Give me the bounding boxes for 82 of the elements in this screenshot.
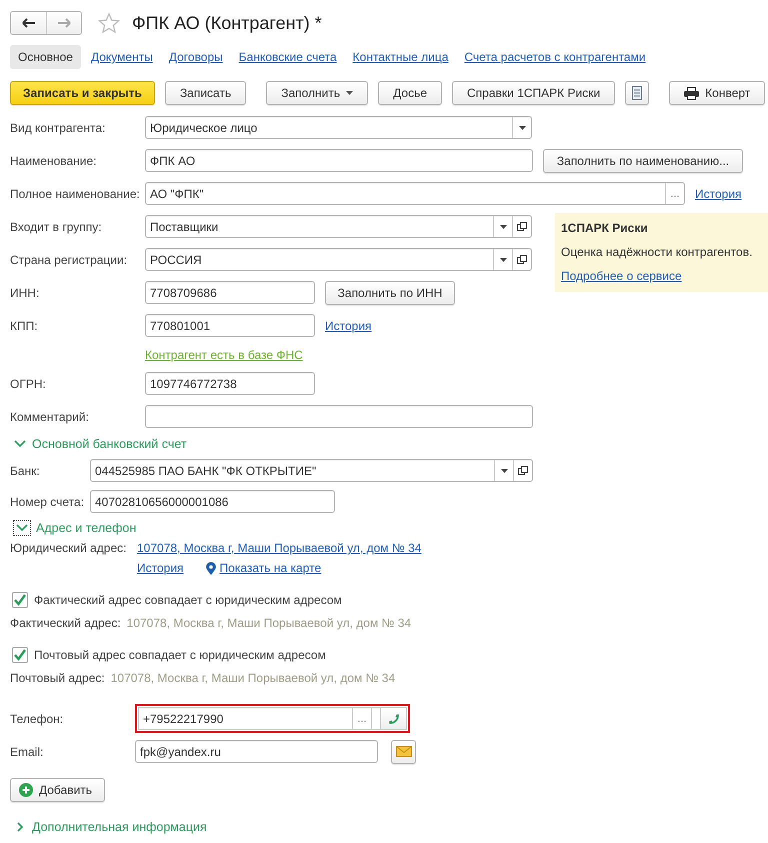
field-label: Телефон:: [10, 712, 64, 726]
star-icon[interactable]: [98, 12, 120, 34]
checkbox[interactable]: [12, 647, 28, 663]
toolbar-button[interactable]: Досье: [378, 81, 442, 105]
open-window-icon: [517, 222, 527, 232]
fill-menu-button[interactable]: Заполнить: [266, 81, 368, 105]
comment-field[interactable]: [145, 405, 533, 428]
back-arrow-icon: [22, 18, 36, 28]
envelope-icon: [396, 746, 412, 757]
service-link[interactable]: Подробнее о сервисе: [561, 269, 682, 283]
dropdown-field[interactable]: Юридическое лицо: [145, 116, 532, 139]
open-window-icon: [517, 254, 527, 264]
send-email-button[interactable]: [391, 740, 416, 764]
add-button[interactable]: Добавить: [10, 778, 106, 802]
caret-icon: [500, 468, 508, 472]
toolbar-button[interactable]: Справки 1СПАРК Риски: [452, 81, 616, 105]
panel-text: Оценка надёжности контрагентов.: [561, 245, 752, 259]
input-field[interactable]: 7708709686: [145, 281, 315, 304]
field-label: Страна регистрации:: [10, 252, 128, 266]
forward-arrow-icon: [57, 18, 71, 28]
address-text: 107078, Москва г, Маши Порываевой ул, дом № 34: [126, 616, 412, 630]
checkbox-label: Почтовый адрес совпадает с юридическим адресом: [34, 648, 326, 662]
phone-field[interactable]: +79522217990 ...: [138, 707, 381, 730]
tab[interactable]: Банковские счета: [232, 45, 343, 69]
back-button[interactable]: [11, 12, 46, 34]
history-link[interactable]: История: [137, 561, 184, 575]
printer-icon: [684, 86, 700, 100]
tab[interactable]: Счета расчетов с контрагентами: [458, 45, 652, 69]
field-label: Юридический адрес:: [10, 541, 128, 557]
field-label: КПП:: [10, 318, 39, 332]
field-label: Номер счета:: [10, 494, 86, 508]
caret-icon: [500, 258, 506, 262]
checkbox[interactable]: [12, 592, 28, 608]
field-label: Почтовый адрес:: [10, 671, 105, 685]
address-link[interactable]: 107078, Москва г, Маши Порываевой ул, дом № 34: [137, 541, 422, 555]
caret-icon: [518, 126, 526, 130]
envelope-print-button[interactable]: Конверт: [669, 81, 766, 105]
open-window-icon: [518, 466, 528, 476]
field-label: ОГРН:: [10, 376, 47, 390]
field-label: Банк:: [10, 464, 41, 478]
plus-circle-icon: [19, 783, 33, 797]
field-label: Email:: [10, 744, 44, 758]
input-field[interactable]: ФПК АО: [145, 149, 533, 172]
field-label: Комментарий:: [10, 410, 90, 424]
select-button[interactable]: ...: [665, 183, 684, 204]
phone-icon: [388, 712, 400, 724]
select-button[interactable]: ...: [352, 708, 371, 729]
toolbar-button[interactable]: Записать и закрыть: [10, 81, 155, 105]
tab[interactable]: Контактные лица: [346, 45, 454, 69]
input-field[interactable]: АО "ФПК" ...: [145, 182, 685, 205]
caret-icon: [346, 91, 354, 95]
input-field[interactable]: fpk@yandex.ru: [135, 740, 378, 763]
window-title: ФПК АО (Контрагент) *: [132, 12, 322, 34]
caret-icon: [500, 224, 506, 228]
toolbar-button[interactable]: Записать: [164, 81, 246, 105]
history-link[interactable]: История: [325, 318, 372, 332]
field-label: Полное наименование:: [10, 186, 141, 200]
input-field[interactable]: 1097746772738: [145, 372, 315, 395]
field-label: Входит в группу:: [10, 220, 103, 234]
fill-by-name-button[interactable]: Заполнить по наименованию...: [543, 148, 743, 172]
tab[interactable]: Основное: [10, 45, 81, 69]
fill-by-inn-button[interactable]: Заполнить по ИНН: [325, 280, 455, 304]
show-on-map-link[interactable]: Показать на карте: [220, 561, 322, 575]
panel-title: 1СПАРК Риски: [561, 221, 648, 235]
dropdown-field[interactable]: РОССИЯ: [145, 248, 532, 271]
field-label: Наименование:: [10, 154, 98, 168]
history-link[interactable]: История: [695, 186, 742, 200]
call-button[interactable]: [381, 707, 407, 730]
map-pin-icon: [206, 562, 216, 574]
field-label: ИНН:: [10, 286, 40, 300]
field-label: Вид контрагента:: [10, 120, 106, 134]
tab[interactable]: Договоры: [162, 45, 229, 69]
field-label: Фактический адрес:: [10, 616, 121, 630]
input-field[interactable]: 40702810656000001086: [90, 490, 335, 513]
list-icon: [632, 86, 642, 100]
report-button[interactable]: [625, 81, 650, 105]
dropdown-field[interactable]: Поставщики: [145, 215, 532, 238]
input-field[interactable]: 770801001: [145, 314, 315, 337]
tab[interactable]: Документы: [84, 45, 159, 69]
address-text: 107078, Москва г, Маши Порываевой ул, дом № 34: [110, 671, 396, 685]
dropdown-field[interactable]: 044525985 ПАО БАНК "ФК ОТКРЫТИЕ": [90, 459, 533, 482]
checkbox-label: Фактический адрес совпадает с юридическим адресом: [34, 593, 342, 607]
